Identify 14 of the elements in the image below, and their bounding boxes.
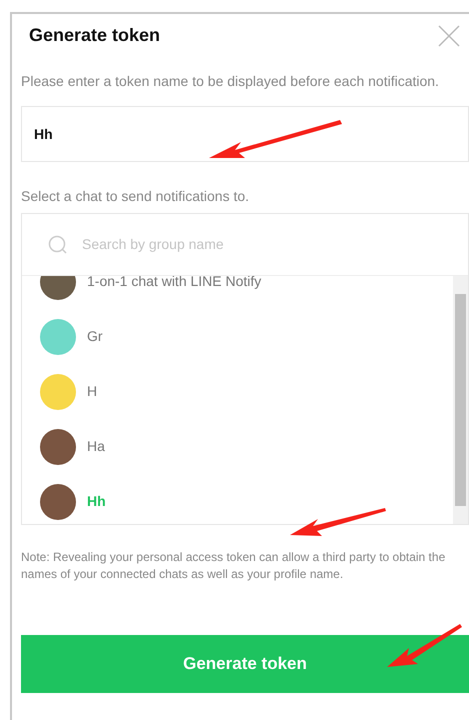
token-name-field[interactable]: Hh [21, 106, 469, 162]
close-icon[interactable] [437, 24, 461, 48]
scrollbar[interactable] [453, 276, 468, 524]
dialog-title: Generate token [29, 24, 160, 47]
note-text: Note: Revealing your personal access token can allow a third party to obtain the names of your connected chats as well as your profile name. [21, 549, 446, 583]
chat-select-label: Select a chat to send notifications to. [21, 188, 250, 205]
chat-item[interactable]: Gr [87, 326, 103, 347]
chat-item[interactable]: Hh [87, 491, 106, 512]
generate-token-button[interactable]: Generate token [21, 635, 469, 693]
chat-item[interactable]: Ha [87, 436, 105, 457]
chat-item[interactable]: H [87, 381, 98, 402]
chat-item[interactable]: 1-on-1 chat with LINE Notify [87, 276, 262, 292]
search-icon [48, 234, 68, 254]
token-name-label: Please enter a token name to be displayed before each notification. [21, 73, 440, 90]
